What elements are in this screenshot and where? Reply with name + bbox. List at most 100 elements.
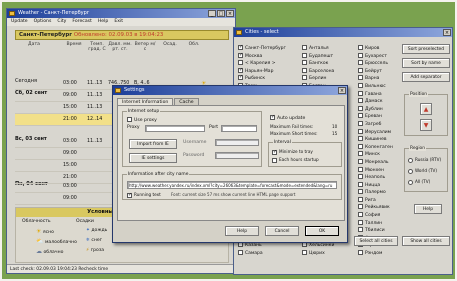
auto-update-checkbox[interactable]: Auto update: [270, 114, 305, 121]
settings-titlebar[interactable]: Settings ×: [113, 86, 347, 95]
city-list-item[interactable]: Казань: [238, 242, 286, 250]
running-text-checkbox[interactable]: Running text: [127, 192, 161, 198]
city-checkbox[interactable]: [302, 52, 307, 58]
city-checkbox[interactable]: [238, 60, 243, 66]
settings-ok-button[interactable]: OK: [305, 226, 339, 236]
settings-help-button[interactable]: Help: [225, 226, 259, 236]
city-list-item[interactable]: Иерусалим: [358, 128, 393, 137]
minimize-to-tray-checkbox[interactable]: Minimize to tray: [272, 149, 313, 155]
city-checkbox[interactable]: [302, 242, 307, 248]
city-checkbox[interactable]: [302, 60, 307, 66]
max-fail-value[interactable]: 10: [332, 124, 337, 129]
menu-help[interactable]: Help: [98, 18, 108, 26]
maximize-icon[interactable]: □: [217, 10, 225, 17]
city-list-item[interactable]: Нарьян-Мар: [238, 67, 286, 76]
city-checkbox[interactable]: [358, 60, 363, 66]
city-checkbox[interactable]: [358, 128, 363, 134]
city-checkbox[interactable]: [358, 166, 363, 172]
city-list-item[interactable]: София: [358, 212, 393, 220]
city-checkbox[interactable]: [358, 196, 363, 202]
city-list-item[interactable]: Киров: [358, 45, 393, 53]
use-proxy-checkbox[interactable]: Use proxy: [127, 117, 157, 123]
add-separator-button[interactable]: Add separator: [402, 72, 450, 82]
sort-by-name-button[interactable]: Sort by name: [402, 58, 450, 68]
city-list-item[interactable]: Цюрих: [302, 250, 336, 258]
settings-close-icon[interactable]: ×: [338, 87, 346, 94]
city-list-item[interactable]: Неаполь: [358, 174, 393, 182]
city-list-item[interactable]: Рейкьявик: [358, 204, 393, 212]
city-list-item[interactable]: Барселона: [302, 67, 336, 76]
city-checkbox[interactable]: [358, 75, 363, 81]
city-list-item[interactable]: Кишинев: [358, 136, 393, 144]
city-list-item[interactable]: < Карелия >: [238, 60, 286, 68]
city-checkbox[interactable]: [358, 143, 363, 149]
city-list-item[interactable]: Таллин: [358, 219, 393, 228]
city-list-item[interactable]: Рыбинск: [238, 74, 286, 83]
menu-forecast[interactable]: Forecast: [72, 18, 91, 26]
city-checkbox[interactable]: [358, 250, 363, 256]
city-checkbox[interactable]: [358, 52, 363, 58]
city-checkbox[interactable]: [358, 158, 363, 164]
select-all-cities-button[interactable]: Select all cities: [354, 236, 398, 246]
city-list-item[interactable]: Ереван: [358, 113, 393, 121]
city-checkbox[interactable]: [358, 136, 363, 142]
menu-exit[interactable]: Exit: [114, 18, 123, 26]
city-checkbox[interactable]: [358, 174, 363, 180]
each-hours-checkbox[interactable]: Each hours startup: [272, 157, 319, 163]
city-list-item[interactable]: Копенгаген: [358, 143, 393, 152]
city-checkbox[interactable]: [358, 98, 363, 104]
help-button[interactable]: Help: [414, 204, 442, 214]
city-checkbox[interactable]: [358, 204, 363, 210]
city-list-item[interactable]: Будапешт: [302, 52, 336, 61]
city-list-item[interactable]: Дублин: [358, 105, 393, 114]
city-list-item[interactable]: Бангкок: [302, 60, 336, 68]
city-checkbox[interactable]: [358, 105, 363, 111]
city-checkbox[interactable]: [238, 67, 243, 74]
minimize-icon[interactable]: _: [208, 10, 216, 17]
password-field[interactable]: [215, 152, 259, 159]
city-checkbox[interactable]: [358, 151, 363, 157]
menu-options[interactable]: Options: [34, 18, 52, 26]
close-icon[interactable]: ×: [226, 10, 234, 17]
max-short-value[interactable]: 15: [332, 131, 337, 136]
city-checkbox[interactable]: [302, 67, 307, 73]
city-list-item[interactable]: Минск: [358, 151, 393, 159]
cities-titlebar[interactable]: Cities - select ×: [234, 28, 452, 37]
city-checkbox[interactable]: [358, 82, 363, 88]
city-list-item[interactable]: Берлин: [302, 75, 336, 83]
city-list-item[interactable]: Вильнюс: [358, 82, 393, 91]
city-list-item[interactable]: Самара: [238, 250, 286, 258]
city-list-item[interactable]: Бейрут: [358, 67, 393, 76]
city-list-item[interactable]: Гавана: [358, 90, 393, 99]
city-list-item[interactable]: Анталья: [302, 45, 336, 53]
menu-city[interactable]: City: [57, 18, 66, 26]
city-list-item[interactable]: Монреаль: [358, 158, 393, 167]
menu-update[interactable]: Update: [11, 18, 28, 26]
username-field[interactable]: [215, 139, 259, 146]
ie-settings-button[interactable]: IE settings: [129, 153, 177, 163]
proxy-port-field[interactable]: [221, 125, 257, 132]
settings-cancel-button[interactable]: Cancel: [265, 226, 299, 236]
city-list-item[interactable]: Тбилиси: [358, 227, 393, 235]
sort-preselected-button[interactable]: Sort preselected: [402, 44, 450, 54]
city-checkbox[interactable]: [302, 75, 307, 81]
city-list-item[interactable]: Ницца: [358, 181, 393, 190]
region-world[interactable]: World (TV): [408, 168, 437, 174]
city-checkbox[interactable]: [358, 212, 363, 218]
city-checkbox[interactable]: [238, 242, 243, 248]
city-list-item[interactable]: Дамаск: [358, 98, 393, 106]
url-field[interactable]: http://www.weather.yandex.ru/index.xml?c…: [127, 181, 337, 189]
city-checkbox[interactable]: [238, 74, 243, 82]
move-down-icon[interactable]: ▼: [420, 119, 432, 131]
city-list-item[interactable]: Бухарест: [358, 52, 393, 61]
city-checkbox[interactable]: [302, 45, 307, 50]
city-checkbox[interactable]: [302, 250, 307, 256]
city-list-item[interactable]: Брюссель: [358, 60, 393, 68]
city-checkbox[interactable]: [238, 44, 243, 52]
proxy-field[interactable]: [145, 125, 205, 132]
city-checkbox[interactable]: [358, 45, 363, 50]
city-list-item[interactable]: Рэндом: [358, 250, 393, 258]
city-list-item[interactable]: Хельсинки: [302, 242, 336, 250]
region-all[interactable]: All (TV): [408, 179, 430, 185]
city-list-item[interactable]: Рига: [358, 196, 393, 205]
